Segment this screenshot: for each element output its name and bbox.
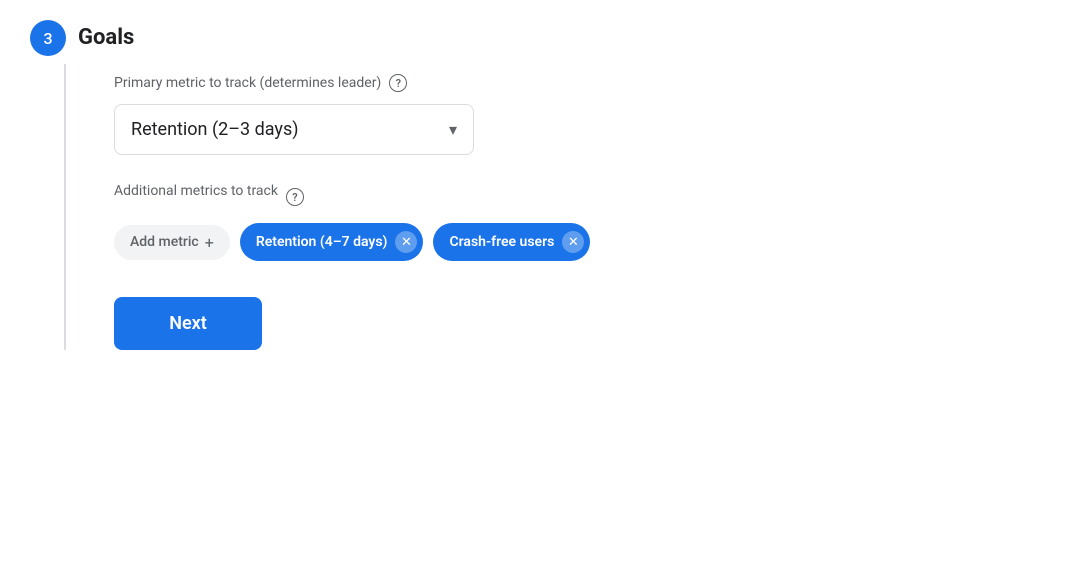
retention-chip-remove-button[interactable]: ✕: [395, 231, 417, 253]
plus-icon: +: [205, 233, 214, 252]
dropdown-value: Retention (2–3 days): [131, 119, 299, 140]
crash-free-chip-label: Crash-free users: [449, 234, 554, 250]
additional-metrics-header: Additional metrics to track ?: [114, 183, 590, 211]
primary-metric-header: Primary metric to track (determines lead…: [114, 74, 590, 92]
next-button[interactable]: Next: [114, 297, 262, 350]
retention-chip-label: Retention (4–7 days): [256, 234, 388, 250]
crash-free-chip: Crash-free users ✕: [433, 223, 590, 261]
additional-metrics-label: Additional metrics to track: [114, 183, 278, 199]
page-container: 3 Goals Primary metric to track (determi…: [30, 20, 1042, 350]
add-metric-label: Add metric: [130, 234, 199, 250]
retention-chip: Retention (4–7 days) ✕: [240, 223, 424, 261]
chevron-down-icon: ▾: [449, 120, 457, 139]
step-title: Goals: [78, 27, 134, 49]
step-border-line: [64, 64, 66, 350]
primary-metric-help-icon[interactable]: ?: [389, 74, 407, 92]
primary-metric-dropdown[interactable]: Retention (2–3 days) ▾: [114, 104, 474, 155]
step-header: 3 Goals: [30, 20, 134, 56]
primary-metric-label: Primary metric to track (determines lead…: [114, 75, 381, 91]
content-section: Primary metric to track (determines lead…: [114, 74, 590, 350]
crash-free-chip-remove-button[interactable]: ✕: [562, 231, 584, 253]
add-metric-button[interactable]: Add metric +: [114, 225, 230, 260]
metrics-row: Add metric + Retention (4–7 days) ✕ Cras…: [114, 223, 590, 261]
step-number: 3: [30, 20, 66, 56]
additional-metrics-help-icon[interactable]: ?: [286, 188, 304, 206]
